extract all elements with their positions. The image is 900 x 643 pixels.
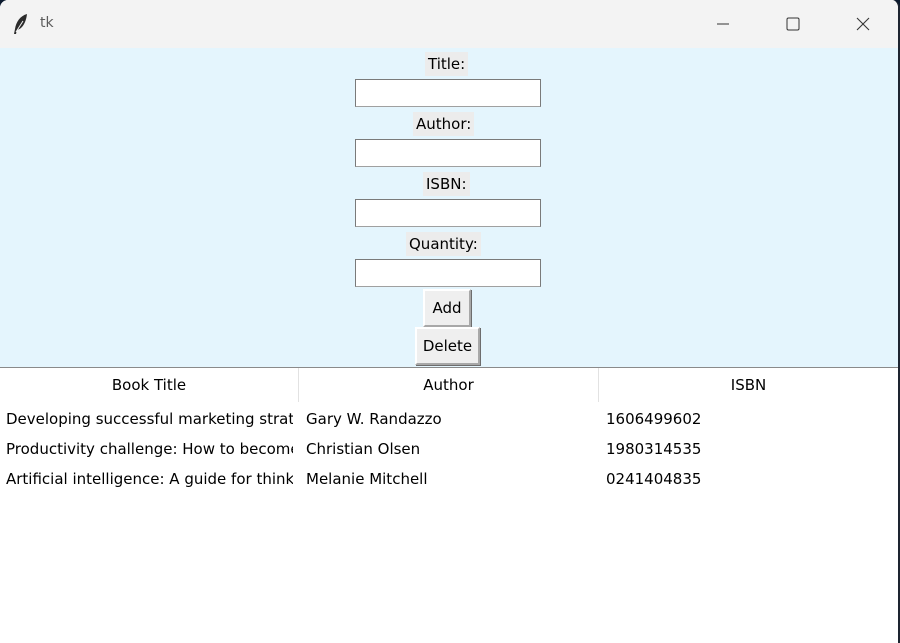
- cell-author: Gary W. Randazzo: [306, 410, 442, 428]
- cell-book-title: Artificial intelligence: A guide for thi…: [6, 470, 293, 488]
- author-input[interactable]: [355, 139, 541, 167]
- book-form: Title: Author: ISBN: Quantity: Add Delet…: [0, 48, 898, 367]
- title-label: Title:: [425, 52, 469, 76]
- title-bar[interactable]: tk: [0, 0, 898, 48]
- add-button[interactable]: Add: [423, 289, 471, 327]
- cell-author: Christian Olsen: [306, 440, 421, 458]
- app-window: tk Title: Author: ISBN: Quantity: Add De…: [0, 0, 900, 643]
- table-row[interactable]: Artificial intelligence: A guide for thi…: [0, 464, 898, 494]
- author-label: Author:: [413, 112, 475, 136]
- delete-button[interactable]: Delete: [415, 327, 480, 365]
- cell-isbn: 1606499602: [606, 410, 702, 428]
- table-header: Book Title Author ISBN: [0, 368, 898, 402]
- title-input[interactable]: [355, 79, 541, 107]
- close-icon: [856, 17, 870, 31]
- isbn-label: ISBN:: [423, 172, 470, 196]
- column-header-isbn[interactable]: ISBN: [599, 368, 898, 402]
- minimize-button[interactable]: [688, 0, 758, 48]
- close-button[interactable]: [828, 0, 898, 48]
- quantity-label: Quantity:: [406, 232, 481, 256]
- cell-book-title: Developing successful marketing strategi…: [6, 410, 293, 428]
- minimize-icon: [717, 23, 729, 25]
- feather-icon: [12, 13, 30, 35]
- isbn-input[interactable]: [355, 199, 541, 227]
- table-row[interactable]: Developing successful marketing strategi…: [0, 404, 898, 434]
- cell-isbn: 0241404835: [606, 470, 702, 488]
- maximize-button[interactable]: [758, 0, 828, 48]
- column-header-author[interactable]: Author: [299, 368, 599, 402]
- cell-author: Melanie Mitchell: [306, 470, 428, 488]
- books-table[interactable]: Book Title Author ISBN Developing succes…: [0, 367, 898, 643]
- cell-book-title: Productivity challenge: How to become: [6, 440, 293, 458]
- maximize-icon: [786, 17, 800, 31]
- window-title: tk: [40, 15, 54, 31]
- table-row[interactable]: Productivity challenge: How to become Ch…: [0, 434, 898, 464]
- cell-isbn: 1980314535: [606, 440, 702, 458]
- column-header-book-title[interactable]: Book Title: [0, 368, 299, 402]
- quantity-input[interactable]: [355, 259, 541, 287]
